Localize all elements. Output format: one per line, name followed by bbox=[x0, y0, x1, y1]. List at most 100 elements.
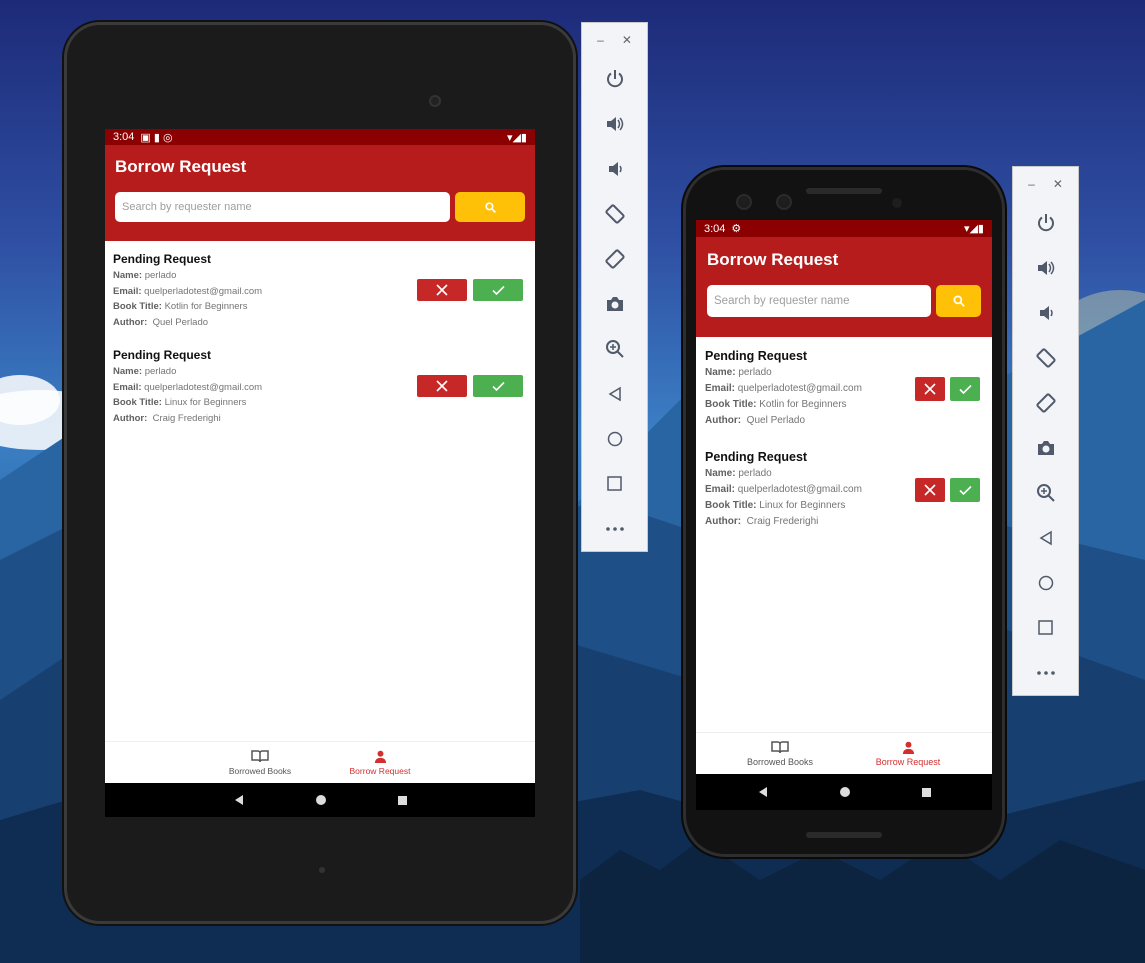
status-bar: 3:04 ▣ ▮ ◎ ▾◢▮ bbox=[105, 129, 535, 145]
settings-notification-icon: ⚙ bbox=[731, 223, 742, 235]
zoom-icon[interactable] bbox=[1024, 470, 1068, 515]
author-label: Author: bbox=[705, 415, 742, 426]
request-heading: Pending Request bbox=[705, 349, 808, 363]
page-title: Borrow Request bbox=[707, 250, 839, 269]
search-row: Search by requester name bbox=[115, 192, 525, 222]
zoom-icon[interactable] bbox=[593, 326, 637, 371]
nav-borrowed-books[interactable]: Borrowed Books bbox=[220, 742, 300, 783]
rotate-left-icon[interactable] bbox=[1024, 336, 1068, 381]
requester-email: quelperladotest@gmail.com bbox=[737, 383, 862, 394]
overview-icon[interactable] bbox=[593, 461, 637, 506]
request-actions bbox=[915, 377, 980, 401]
book-icon bbox=[251, 750, 269, 763]
search-input[interactable]: Search by requester name bbox=[115, 192, 450, 222]
close-icon[interactable]: ✕ bbox=[1053, 177, 1063, 191]
overview-icon[interactable] bbox=[921, 787, 932, 798]
notification-icons: ▣ ▮ ◎ bbox=[140, 131, 173, 144]
rotate-left-icon[interactable] bbox=[593, 192, 637, 237]
home-icon[interactable] bbox=[315, 794, 327, 806]
close-icon bbox=[924, 383, 936, 395]
home-icon[interactable] bbox=[593, 416, 637, 461]
reject-button[interactable] bbox=[915, 478, 945, 502]
requester-name: perlado bbox=[738, 468, 772, 479]
accept-button[interactable] bbox=[950, 478, 980, 502]
screenshot-icon[interactable] bbox=[1024, 426, 1068, 471]
toolbar-window-controls: – ✕ bbox=[597, 23, 632, 57]
minimize-icon[interactable]: – bbox=[597, 33, 604, 47]
volume-down-icon[interactable] bbox=[1024, 291, 1068, 336]
accept-button[interactable] bbox=[473, 279, 523, 301]
screenshot-icon[interactable] bbox=[593, 282, 637, 327]
more-icon[interactable] bbox=[1024, 650, 1068, 695]
request-actions bbox=[915, 478, 980, 502]
accept-button[interactable] bbox=[950, 377, 980, 401]
bottom-speaker bbox=[806, 832, 882, 838]
close-icon[interactable]: ✕ bbox=[622, 33, 632, 47]
tablet-screen: 3:04 ▣ ▮ ◎ ▾◢▮ Borrow Request Search by … bbox=[105, 129, 535, 817]
request-actions bbox=[417, 375, 523, 397]
nav-borrow-request[interactable]: Borrow Request bbox=[340, 742, 420, 783]
volume-down-icon[interactable] bbox=[593, 147, 637, 192]
volume-up-icon[interactable] bbox=[593, 102, 637, 147]
reject-button[interactable] bbox=[915, 377, 945, 401]
home-icon[interactable] bbox=[1024, 560, 1068, 605]
person-icon bbox=[902, 741, 914, 754]
book-title-label: Book Title: bbox=[705, 500, 757, 511]
name-label: Name: bbox=[113, 366, 143, 377]
toolbar-window-controls: – ✕ bbox=[1028, 167, 1063, 201]
overview-icon[interactable] bbox=[397, 795, 408, 806]
rotate-right-icon[interactable] bbox=[1024, 381, 1068, 426]
book-title: Linux for Beginners bbox=[759, 500, 846, 511]
request-card: Pending Request Name: perlado Email: que… bbox=[696, 337, 992, 438]
requester-email: quelperladotest@gmail.com bbox=[144, 285, 263, 297]
book-author: Craig Frederighi bbox=[746, 516, 819, 527]
power-icon[interactable] bbox=[1024, 201, 1068, 246]
book-icon bbox=[771, 741, 789, 754]
close-icon bbox=[436, 380, 448, 392]
check-icon bbox=[491, 285, 505, 295]
search-button[interactable] bbox=[455, 192, 525, 222]
back-icon[interactable] bbox=[1024, 515, 1068, 560]
accept-button[interactable] bbox=[473, 375, 523, 397]
name-label: Name: bbox=[705, 468, 736, 479]
back-icon[interactable] bbox=[593, 371, 637, 416]
email-label: Email: bbox=[705, 383, 736, 394]
back-icon[interactable] bbox=[233, 794, 245, 806]
requester-name: perlado bbox=[738, 367, 772, 378]
search-button[interactable] bbox=[936, 285, 981, 317]
page-title: Borrow Request bbox=[115, 157, 247, 176]
requester-name: perlado bbox=[144, 366, 177, 377]
bottom-navigation: Borrowed Books Borrow Request bbox=[696, 732, 992, 774]
app-bar: Borrow Request Search by requester name bbox=[696, 237, 992, 337]
volume-up-icon[interactable] bbox=[1024, 246, 1068, 291]
request-card: Pending Request Name: perlado Email: que… bbox=[696, 438, 992, 539]
status-time: 3:04 bbox=[113, 131, 135, 143]
book-title-label: Book Title: bbox=[113, 397, 162, 408]
book-title: Kotlin for Beginners bbox=[759, 399, 847, 410]
sensor-dot bbox=[319, 867, 325, 873]
rotate-right-icon[interactable] bbox=[593, 237, 637, 282]
request-actions bbox=[417, 279, 523, 301]
home-icon[interactable] bbox=[839, 786, 851, 798]
overview-icon[interactable] bbox=[1024, 605, 1068, 650]
minimize-icon[interactable]: – bbox=[1028, 177, 1035, 191]
person-icon bbox=[374, 750, 386, 763]
back-icon[interactable] bbox=[757, 786, 769, 798]
more-icon[interactable] bbox=[593, 506, 637, 551]
reject-button[interactable] bbox=[417, 279, 467, 301]
name-label: Name: bbox=[705, 367, 736, 378]
book-title-label: Book Title: bbox=[705, 399, 757, 410]
nav-borrow-request[interactable]: Borrow Request bbox=[863, 733, 953, 774]
search-input[interactable]: Search by requester name bbox=[707, 285, 931, 317]
status-time: 3:04 bbox=[704, 222, 726, 235]
app-bar: Borrow Request Search by requester name bbox=[105, 145, 535, 241]
power-icon[interactable] bbox=[593, 57, 637, 102]
phone-screen: 3:04 ⚙ ▾◢▮ Borrow Request Search by requ… bbox=[696, 220, 992, 810]
check-icon bbox=[491, 381, 505, 391]
book-title: Kotlin for Beginners bbox=[164, 301, 248, 312]
nav-borrowed-books[interactable]: Borrowed Books bbox=[735, 733, 825, 774]
reject-button[interactable] bbox=[417, 375, 467, 397]
nav-request-label: Borrow Request bbox=[875, 756, 941, 767]
author-label: Author: bbox=[113, 316, 148, 328]
system-navigation-bar bbox=[696, 774, 992, 810]
